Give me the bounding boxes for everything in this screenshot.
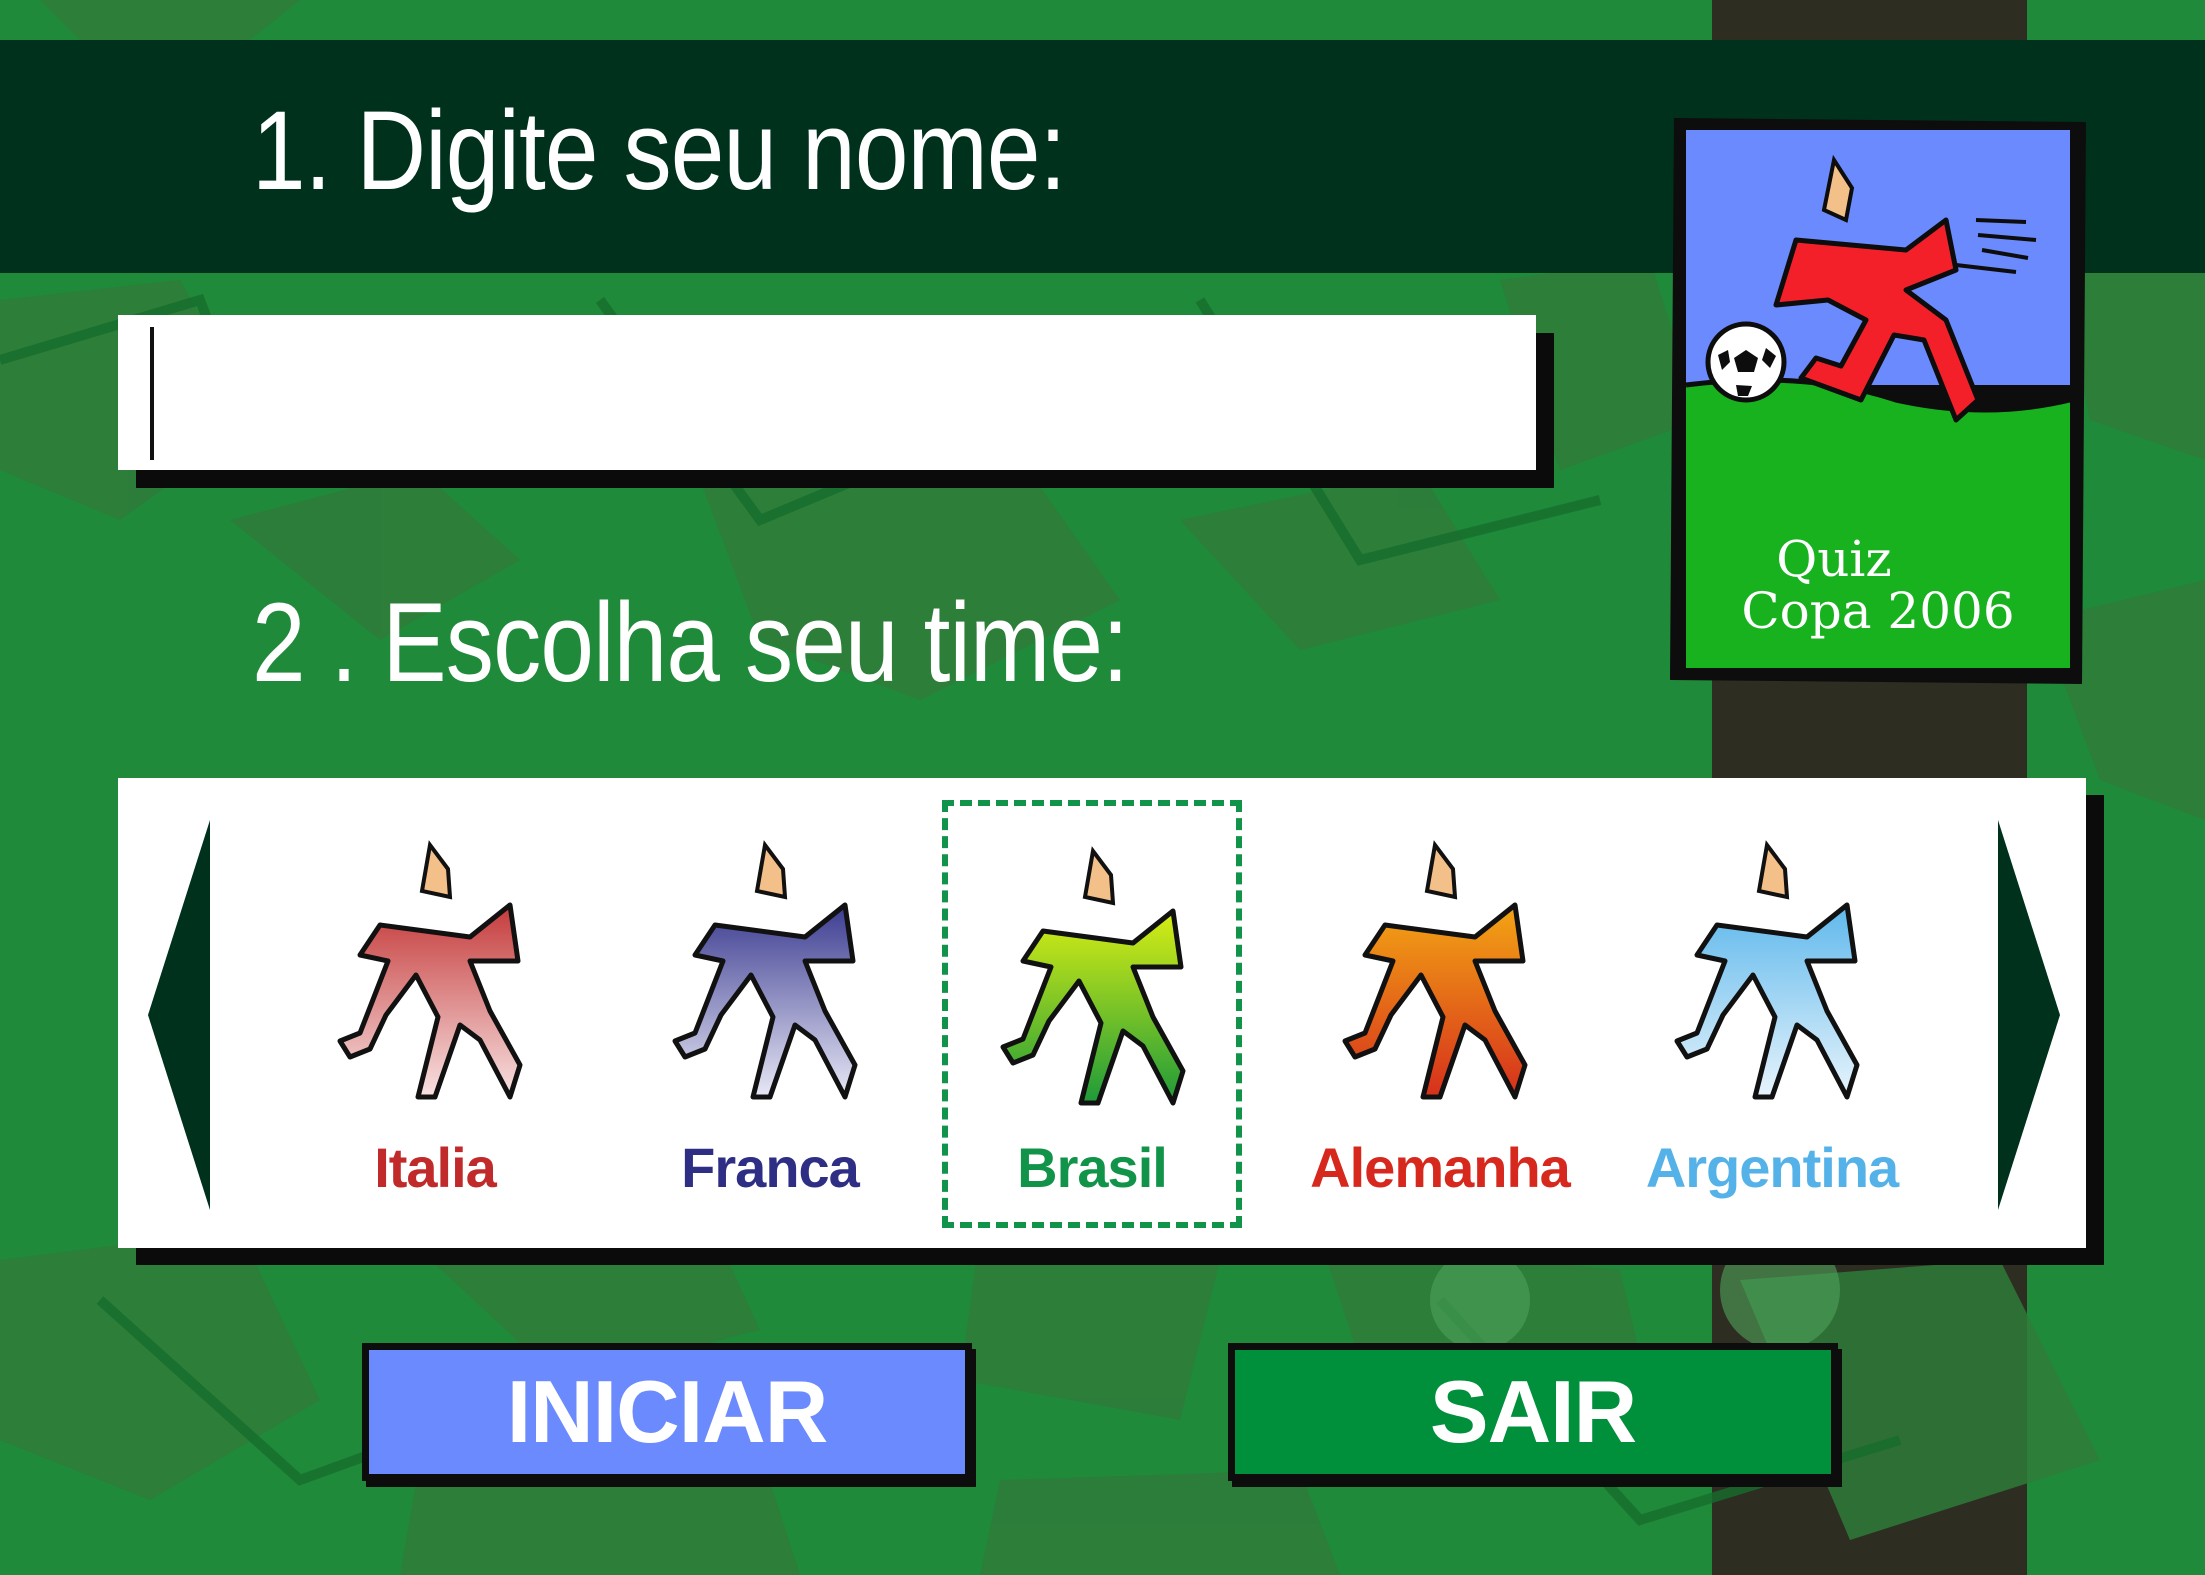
logo-line1: Quiz (1776, 530, 1892, 588)
player-icon (672, 840, 858, 1100)
step2-label: 2 . Escolha seu time: (252, 580, 1129, 705)
start-button[interactable]: INICIAR (362, 1343, 972, 1481)
quiz-copa-logo: Quiz Copa 2006 (1670, 118, 2086, 684)
player-icon (1674, 840, 1860, 1100)
team-option[interactable]: Brasil (942, 800, 1242, 1228)
player-icon (337, 840, 523, 1100)
team-name-label: Franca (681, 1136, 860, 1199)
triangle-left-icon[interactable] (148, 820, 218, 1210)
team-name-label: Italia (374, 1136, 497, 1199)
team-option[interactable]: Franca (620, 800, 920, 1228)
player-icon (1342, 840, 1528, 1100)
logo-line2: Copa 2006 (1741, 582, 2014, 640)
triangle-right-icon[interactable] (1990, 820, 2060, 1210)
name-input-wrap (118, 315, 1554, 488)
name-input[interactable] (118, 315, 1536, 470)
exit-button[interactable]: SAIR (1228, 1343, 1838, 1481)
team-name-label: Alemanha (1310, 1136, 1571, 1199)
player-icon (1000, 846, 1186, 1106)
team-name-label: Argentina (1645, 1136, 1899, 1199)
step1-label: 1. Digite seu nome: (252, 88, 1066, 213)
team-option[interactable]: Alemanha (1290, 800, 1590, 1228)
text-caret (150, 327, 154, 460)
team-option[interactable]: Italia (285, 800, 585, 1228)
team-name-label: Brasil (1017, 1136, 1168, 1199)
team-option[interactable]: Argentina (1622, 800, 1922, 1228)
